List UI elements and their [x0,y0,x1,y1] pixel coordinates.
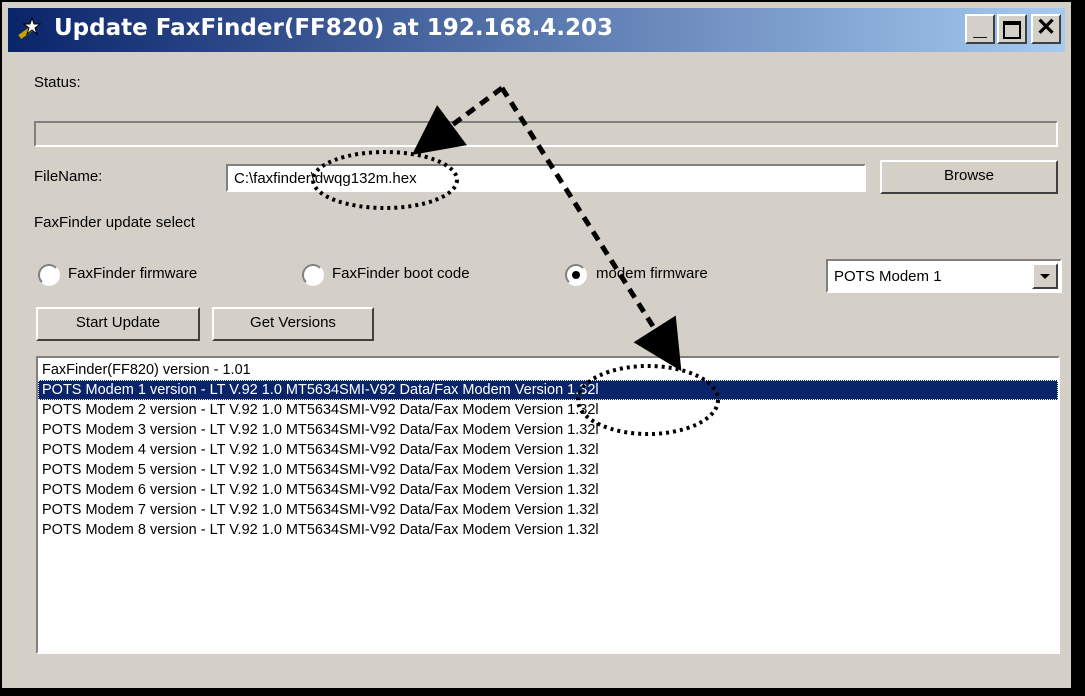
radio-faxfinder-firmware[interactable] [38,264,60,286]
close-button[interactable]: ✕ [1031,14,1061,44]
wand-icon [18,16,42,40]
dropdown-arrow-button[interactable] [1032,263,1058,289]
start-update-button[interactable]: Start Update [36,307,200,341]
update-faxfinder-window: Update FaxFinder(FF820) at 192.168.4.203… [0,0,1085,696]
list-item[interactable]: POTS Modem 8 version - LT V.92 1.0 MT563… [38,520,1058,540]
filename-label: FileName: [34,168,103,185]
modem-select-value: POTS Modem 1 [834,268,942,285]
chevron-down-icon [1040,274,1050,279]
get-versions-button[interactable]: Get Versions [212,307,374,341]
minimize-button[interactable]: _ [965,14,995,44]
option-modem-firmware-label: modem firmware [596,265,708,282]
radio-modem-firmware[interactable] [565,264,587,286]
list-item[interactable]: POTS Modem 6 version - LT V.92 1.0 MT563… [38,480,1058,500]
list-item[interactable]: POTS Modem 4 version - LT V.92 1.0 MT563… [38,440,1058,460]
list-item[interactable]: POTS Modem 1 version - LT V.92 1.0 MT563… [38,380,1058,400]
filename-input[interactable]: C:\faxfinder\dwqg132m.hex [226,164,866,192]
modem-select[interactable]: POTS Modem 1 [826,259,1062,293]
list-item[interactable]: POTS Modem 7 version - LT V.92 1.0 MT563… [38,500,1058,520]
close-icon: ✕ [1035,14,1057,41]
update-select-label: FaxFinder update select [34,214,195,231]
status-label: Status: [34,74,81,91]
list-item[interactable]: POTS Modem 5 version - LT V.92 1.0 MT563… [38,460,1058,480]
status-progress-bar [34,121,1058,147]
radio-faxfinder-boot-code[interactable] [302,264,324,286]
title-bar: Update FaxFinder(FF820) at 192.168.4.203… [8,8,1065,52]
browse-button[interactable]: Browse [880,160,1058,194]
option-boot-code-label: FaxFinder boot code [332,265,470,282]
radio-selected-dot [572,271,580,279]
list-item[interactable]: FaxFinder(FF820) version - 1.01 [38,360,1058,380]
minimize-icon: _ [973,14,987,41]
option-faxfinder-firmware-label: FaxFinder firmware [68,265,198,282]
maximize-button[interactable] [997,14,1027,44]
versions-listbox[interactable]: FaxFinder(FF820) version - 1.01 POTS Mode… [36,356,1060,654]
list-item[interactable]: POTS Modem 2 version - LT V.92 1.0 MT563… [38,400,1058,420]
maximize-icon [1003,21,1021,39]
window-title: Update FaxFinder(FF820) at 192.168.4.203 [54,15,614,41]
list-item[interactable]: POTS Modem 3 version - LT V.92 1.0 MT563… [38,420,1058,440]
